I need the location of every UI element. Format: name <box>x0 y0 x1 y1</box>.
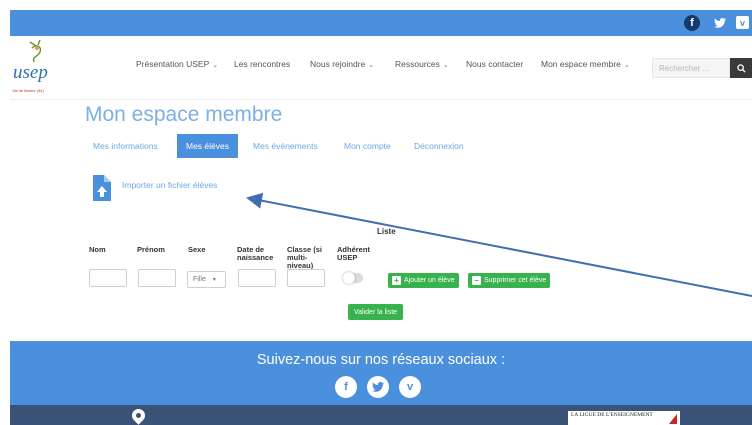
ligue-logo-mark <box>669 414 677 424</box>
nav-item-rencontres[interactable]: Les rencontres <box>234 59 290 69</box>
adherent-usep-toggle[interactable] <box>343 272 363 284</box>
nav-item-presentation[interactable]: Présentation USEP ⌄ <box>136 59 218 69</box>
date-naissance-input[interactable] <box>238 269 276 287</box>
list-title: Liste <box>377 227 396 236</box>
nav-item-label: Nous rejoindre <box>310 59 366 69</box>
page-title: Mon espace membre <box>85 103 283 126</box>
chevron-down-icon: ⌄ <box>442 62 449 69</box>
tab-mes-informations[interactable]: Mes informations <box>93 141 158 151</box>
ligue-enseignement-logo[interactable]: LA LIGUE DE L'ENSEIGNEMENT <box>568 411 680 425</box>
column-header-classe: Classe (si multi-niveau) <box>287 245 323 270</box>
nav-item-label: Les rencontres <box>234 59 291 69</box>
social-footer-title: Suivez-nous sur nos réseaux sociaux : <box>256 352 506 368</box>
add-student-label: Ajouter un élève <box>404 277 455 284</box>
column-header-adherent: Adhérent USEP <box>337 245 370 262</box>
column-header-nom: Nom <box>89 245 106 254</box>
svg-text:usep: usep <box>13 62 48 83</box>
sexe-select-value: Fille <box>193 276 206 283</box>
tab-mes-evenements[interactable]: Mes événements <box>253 141 318 151</box>
nav-item-contact[interactable]: Nous contacter <box>466 59 523 69</box>
nom-input[interactable] <box>89 269 127 287</box>
usep-logo[interactable]: usep Val de Marne (94) <box>10 40 66 96</box>
caret-down-icon: ▾ <box>212 277 216 283</box>
search-icon <box>736 63 746 73</box>
vimeo-icon[interactable]: v <box>736 16 749 29</box>
search-input[interactable]: Rechercher ... <box>652 58 730 78</box>
vimeo-icon[interactable]: v <box>399 376 421 398</box>
nav-item-label: Mon espace membre <box>541 59 621 69</box>
file-upload-icon[interactable] <box>93 175 111 201</box>
chevron-down-icon: ⌄ <box>212 62 219 69</box>
validate-list-button[interactable]: Valider la liste <box>348 304 404 320</box>
twitter-icon[interactable] <box>712 15 728 31</box>
facebook-icon[interactable]: f <box>684 15 700 31</box>
nav-item-espace-membre[interactable]: Mon espace membre ⌄ <box>541 59 630 69</box>
page: f v usep Val de Marne (94) Présentation … <box>10 10 752 425</box>
facebook-icon[interactable]: f <box>335 376 357 398</box>
delete-student-label: Supprimer cet élève <box>484 277 547 284</box>
main-navbar: usep Val de Marne (94) Présentation USEP… <box>10 36 752 100</box>
plus-icon: + <box>392 276 401 285</box>
chevron-down-icon: ⌄ <box>368 62 375 69</box>
tab-mes-eleves[interactable]: Mes élèves <box>177 134 238 158</box>
tab-deconnexion[interactable]: Déconnexion <box>414 141 464 151</box>
add-student-button[interactable]: + Ajouter un élève <box>388 273 459 288</box>
nav-item-ressources[interactable]: Ressources ⌄ <box>395 59 449 69</box>
toggle-knob <box>343 272 355 284</box>
ligue-logo-text: LA LIGUE DE L'ENSEIGNEMENT <box>571 412 653 418</box>
nav-item-rejoindre[interactable]: Nous rejoindre ⌄ <box>310 59 374 69</box>
minus-icon: − <box>472 276 481 285</box>
twitter-icon[interactable] <box>367 376 389 398</box>
column-header-sexe: Sexe <box>188 245 206 254</box>
nav-item-label: Présentation USEP <box>136 59 210 69</box>
chevron-down-icon: ⌄ <box>623 62 630 69</box>
top-social-bar: f v <box>10 10 752 36</box>
prenom-input[interactable] <box>138 269 176 287</box>
import-file-link[interactable]: Importer un fichier élèves <box>122 180 217 190</box>
sexe-select[interactable]: Fille ▾ <box>187 271 226 288</box>
tab-mon-compte[interactable]: Mon compte <box>344 141 391 151</box>
nav-item-label: Ressources <box>395 59 440 69</box>
column-header-prenom: Prénom <box>137 245 165 254</box>
column-header-date-naissance: Date de naissance <box>237 245 274 262</box>
nav-item-label: Nous contacter <box>466 59 524 69</box>
classe-input[interactable] <box>287 269 325 287</box>
delete-student-button[interactable]: − Supprimer cet élève <box>468 273 551 288</box>
search-button[interactable] <box>730 58 752 78</box>
svg-text:Val de Marne (94): Val de Marne (94) <box>12 88 44 93</box>
